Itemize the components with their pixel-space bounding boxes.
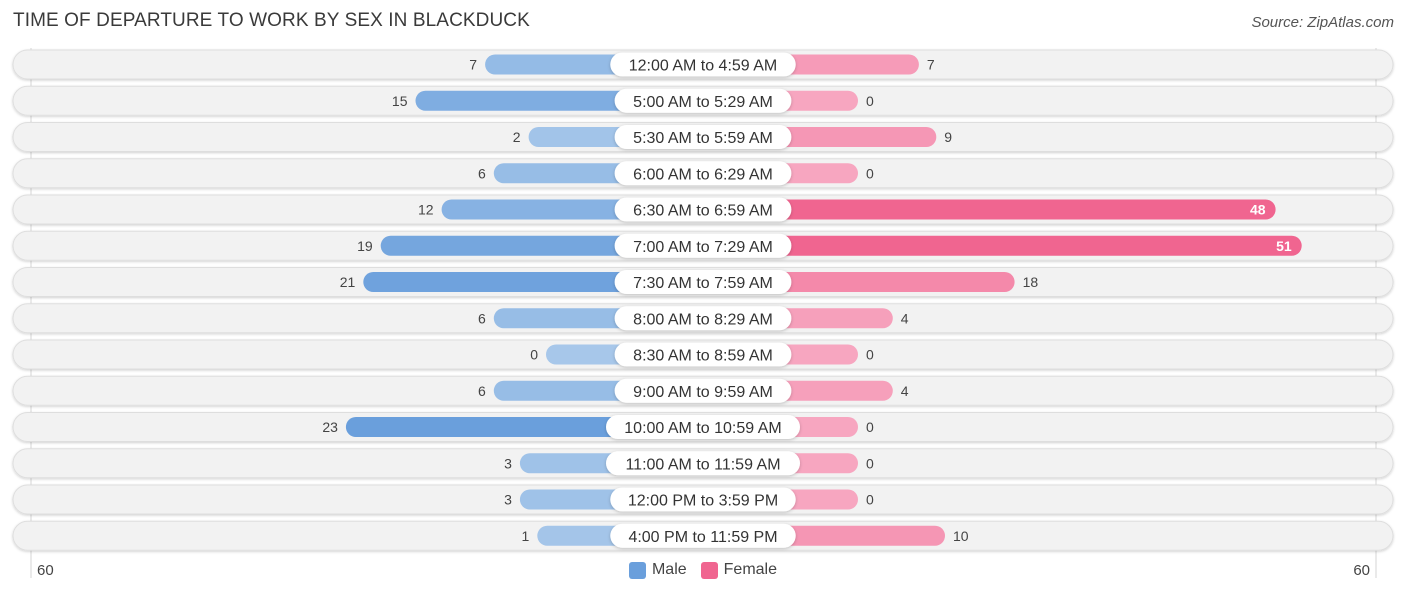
category-label: 8:00 AM to 8:29 AM — [633, 311, 773, 328]
value-label-female: 4 — [901, 383, 909, 399]
value-label-male: 21 — [340, 274, 356, 290]
chart-row: 2 9 5:30 AM to 5:59 AM — [12, 122, 1394, 152]
value-label-female: 18 — [1023, 274, 1039, 290]
chart-row: 19 51 7:00 AM to 7:29 AM — [12, 230, 1394, 261]
chart-row: 3 0 12:00 PM to 3:59 PM — [12, 484, 1394, 515]
category-label: 12:00 PM to 3:59 PM — [628, 493, 778, 510]
value-label-female: 10 — [953, 528, 969, 544]
value-label-female: 0 — [866, 93, 874, 109]
category-label: 11:00 AM to 11:59 AM — [625, 456, 780, 473]
legend-item-female[interactable]: Female — [700, 561, 778, 579]
category-label: 7:30 AM to 7:59 AM — [633, 275, 773, 292]
chart-row: 1 10 4:00 PM to 11:59 PM — [12, 520, 1394, 551]
category-label: 4:00 PM to 11:59 PM — [628, 529, 777, 546]
chart-row: 6 4 9:00 AM to 9:59 AM — [12, 375, 1394, 406]
value-label-male: 6 — [478, 310, 486, 326]
value-label-female: 9 — [944, 129, 952, 145]
chart-row: 15 0 5:00 AM to 5:29 AM — [12, 85, 1394, 116]
value-label-male: 3 — [504, 492, 512, 508]
legend-swatch-male — [628, 561, 646, 579]
value-label-male: 0 — [530, 347, 538, 363]
category-label: 6:30 AM to 6:59 AM — [633, 203, 773, 220]
value-label-male: 2 — [513, 129, 521, 145]
category-label: 7:00 AM to 7:29 AM — [633, 239, 773, 256]
value-label-female: 4 — [901, 310, 909, 326]
value-label-male: 3 — [504, 455, 512, 471]
value-label-male: 6 — [478, 383, 486, 399]
legend-item-male[interactable]: Male — [628, 561, 687, 579]
value-label-male: 23 — [322, 419, 338, 435]
category-label: 10:00 AM to 10:59 AM — [624, 420, 781, 437]
category-label: 8:30 AM to 8:59 AM — [633, 348, 773, 365]
bar-female — [703, 235, 1302, 256]
value-label-male: 12 — [418, 202, 434, 218]
value-label-female: 0 — [866, 419, 874, 435]
chart-row: 12 48 6:30 AM to 6:59 AM — [12, 194, 1394, 225]
value-label-female: 0 — [866, 492, 874, 508]
value-label-male: 15 — [392, 93, 408, 109]
value-label-female: 0 — [866, 347, 874, 363]
category-label: 12:00 AM to 4:59 AM — [629, 58, 778, 75]
category-label: 5:30 AM to 5:59 AM — [633, 130, 773, 147]
chart-row: 0 0 8:30 AM to 8:59 AM — [12, 339, 1394, 370]
chart-row: 6 0 6:00 AM to 6:29 AM — [12, 158, 1394, 189]
chart-row: 3 0 11:00 AM to 11:59 AM — [12, 448, 1394, 479]
chart-row: 6 4 8:00 AM to 8:29 AM — [12, 303, 1394, 334]
legend-label-male: Male — [651, 561, 687, 578]
chart-row: 21 18 7:30 AM to 7:59 AM — [12, 267, 1394, 297]
legend-swatch-female — [700, 561, 718, 579]
value-label-female: 0 — [866, 165, 874, 181]
value-label-female: 0 — [866, 455, 874, 471]
value-label-male: 7 — [469, 57, 477, 73]
category-label: 5:00 AM to 5:29 AM — [633, 94, 773, 111]
value-label-female: 7 — [927, 57, 935, 73]
chart-row: 23 0 10:00 AM to 10:59 AM — [12, 412, 1394, 442]
chart-area: 7 7 12:00 AM to 4:59 AM 15 0 5:00 AM to 5:29 … — [12, 48, 1394, 578]
value-label-male: 19 — [357, 238, 373, 254]
category-label: 9:00 AM to 9:59 AM — [633, 384, 773, 401]
value-label-female: 51 — [1276, 238, 1292, 254]
legend: Male Female — [0, 561, 1406, 579]
legend-label-female: Female — [723, 561, 778, 578]
value-label-male: 6 — [478, 165, 486, 181]
value-label-female: 48 — [1250, 202, 1266, 218]
chart-row: 7 7 12:00 AM to 4:59 AM — [12, 49, 1394, 80]
category-label: 6:00 AM to 6:29 AM — [633, 166, 773, 183]
value-label-male: 1 — [522, 528, 530, 544]
